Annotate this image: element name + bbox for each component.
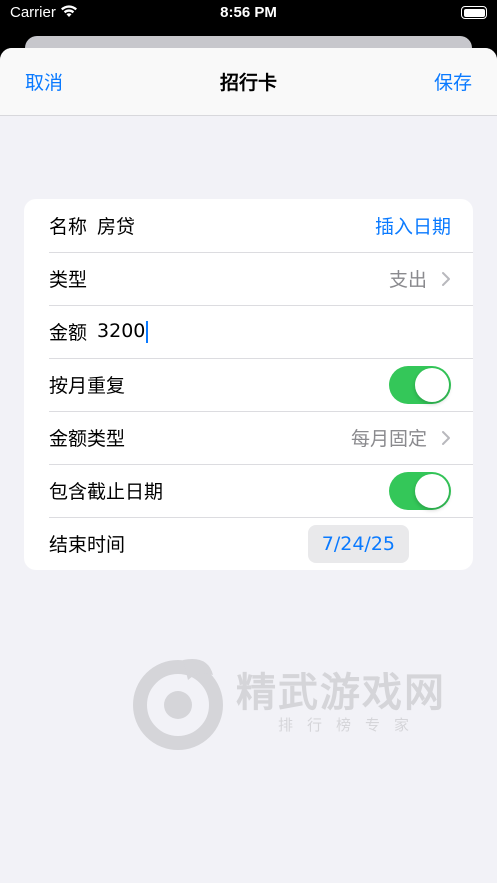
type-label: 类型	[49, 269, 88, 291]
name-row[interactable]: 名称 房贷 插入日期	[24, 199, 473, 252]
chevron-right-icon	[442, 430, 450, 445]
watermark: 精武游戏网 排行榜专家	[128, 650, 473, 760]
amount-label: 金额	[49, 322, 88, 344]
end-time-label: 结束时间	[49, 534, 126, 556]
cancel-button[interactable]: 取消	[25, 68, 63, 95]
amount-field[interactable]: 3200	[97, 320, 149, 343]
include-end-date-toggle[interactable]	[389, 471, 451, 510]
status-bar: Carrier 8:56 PM	[0, 0, 497, 30]
amount-row[interactable]: 金额 3200	[24, 305, 473, 358]
nav-title: 招行卡	[219, 72, 277, 94]
amount-value: 3200	[97, 320, 146, 343]
end-date-picker[interactable]: 7/24/25	[307, 524, 409, 563]
type-value: 支出	[388, 269, 427, 291]
name-label: 名称	[49, 216, 88, 238]
form-group: 名称 房贷 插入日期 类型 支出 金额 3200 按月重复 金额类型 每月固定 …	[24, 199, 473, 570]
modal-sheet: 取消 招行卡 保存 名称 房贷 插入日期 类型 支出 金额 3200 按月重复	[0, 48, 497, 883]
status-time: 8:56 PM	[220, 4, 277, 21]
end-time-row: 结束时间 7/24/25	[24, 517, 473, 570]
amount-type-value: 每月固定	[350, 428, 427, 450]
include-end-date-label: 包含截止日期	[49, 481, 164, 503]
type-row[interactable]: 类型 支出	[24, 252, 473, 305]
insert-date-button[interactable]: 插入日期	[375, 212, 451, 239]
text-cursor	[146, 320, 149, 343]
include-end-date-row: 包含截止日期	[24, 464, 473, 517]
save-button[interactable]: 保存	[434, 68, 472, 95]
chevron-right-icon	[442, 271, 450, 286]
battery-icon	[461, 6, 487, 19]
watermark-logo-icon	[133, 659, 223, 750]
amount-type-row[interactable]: 金额类型 每月固定	[24, 411, 473, 464]
toggle-knob	[415, 367, 449, 402]
repeat-monthly-label: 按月重复	[49, 375, 126, 397]
amount-type-label: 金额类型	[49, 428, 126, 450]
name-field[interactable]: 房贷	[97, 212, 135, 239]
toggle-knob	[415, 473, 449, 508]
repeat-monthly-toggle[interactable]	[389, 365, 451, 404]
navigation-bar: 取消 招行卡 保存	[0, 48, 497, 116]
watermark-subtitle: 排行榜专家	[278, 716, 424, 734]
repeat-monthly-row: 按月重复	[24, 358, 473, 411]
watermark-title: 精武游戏网	[236, 670, 446, 716]
